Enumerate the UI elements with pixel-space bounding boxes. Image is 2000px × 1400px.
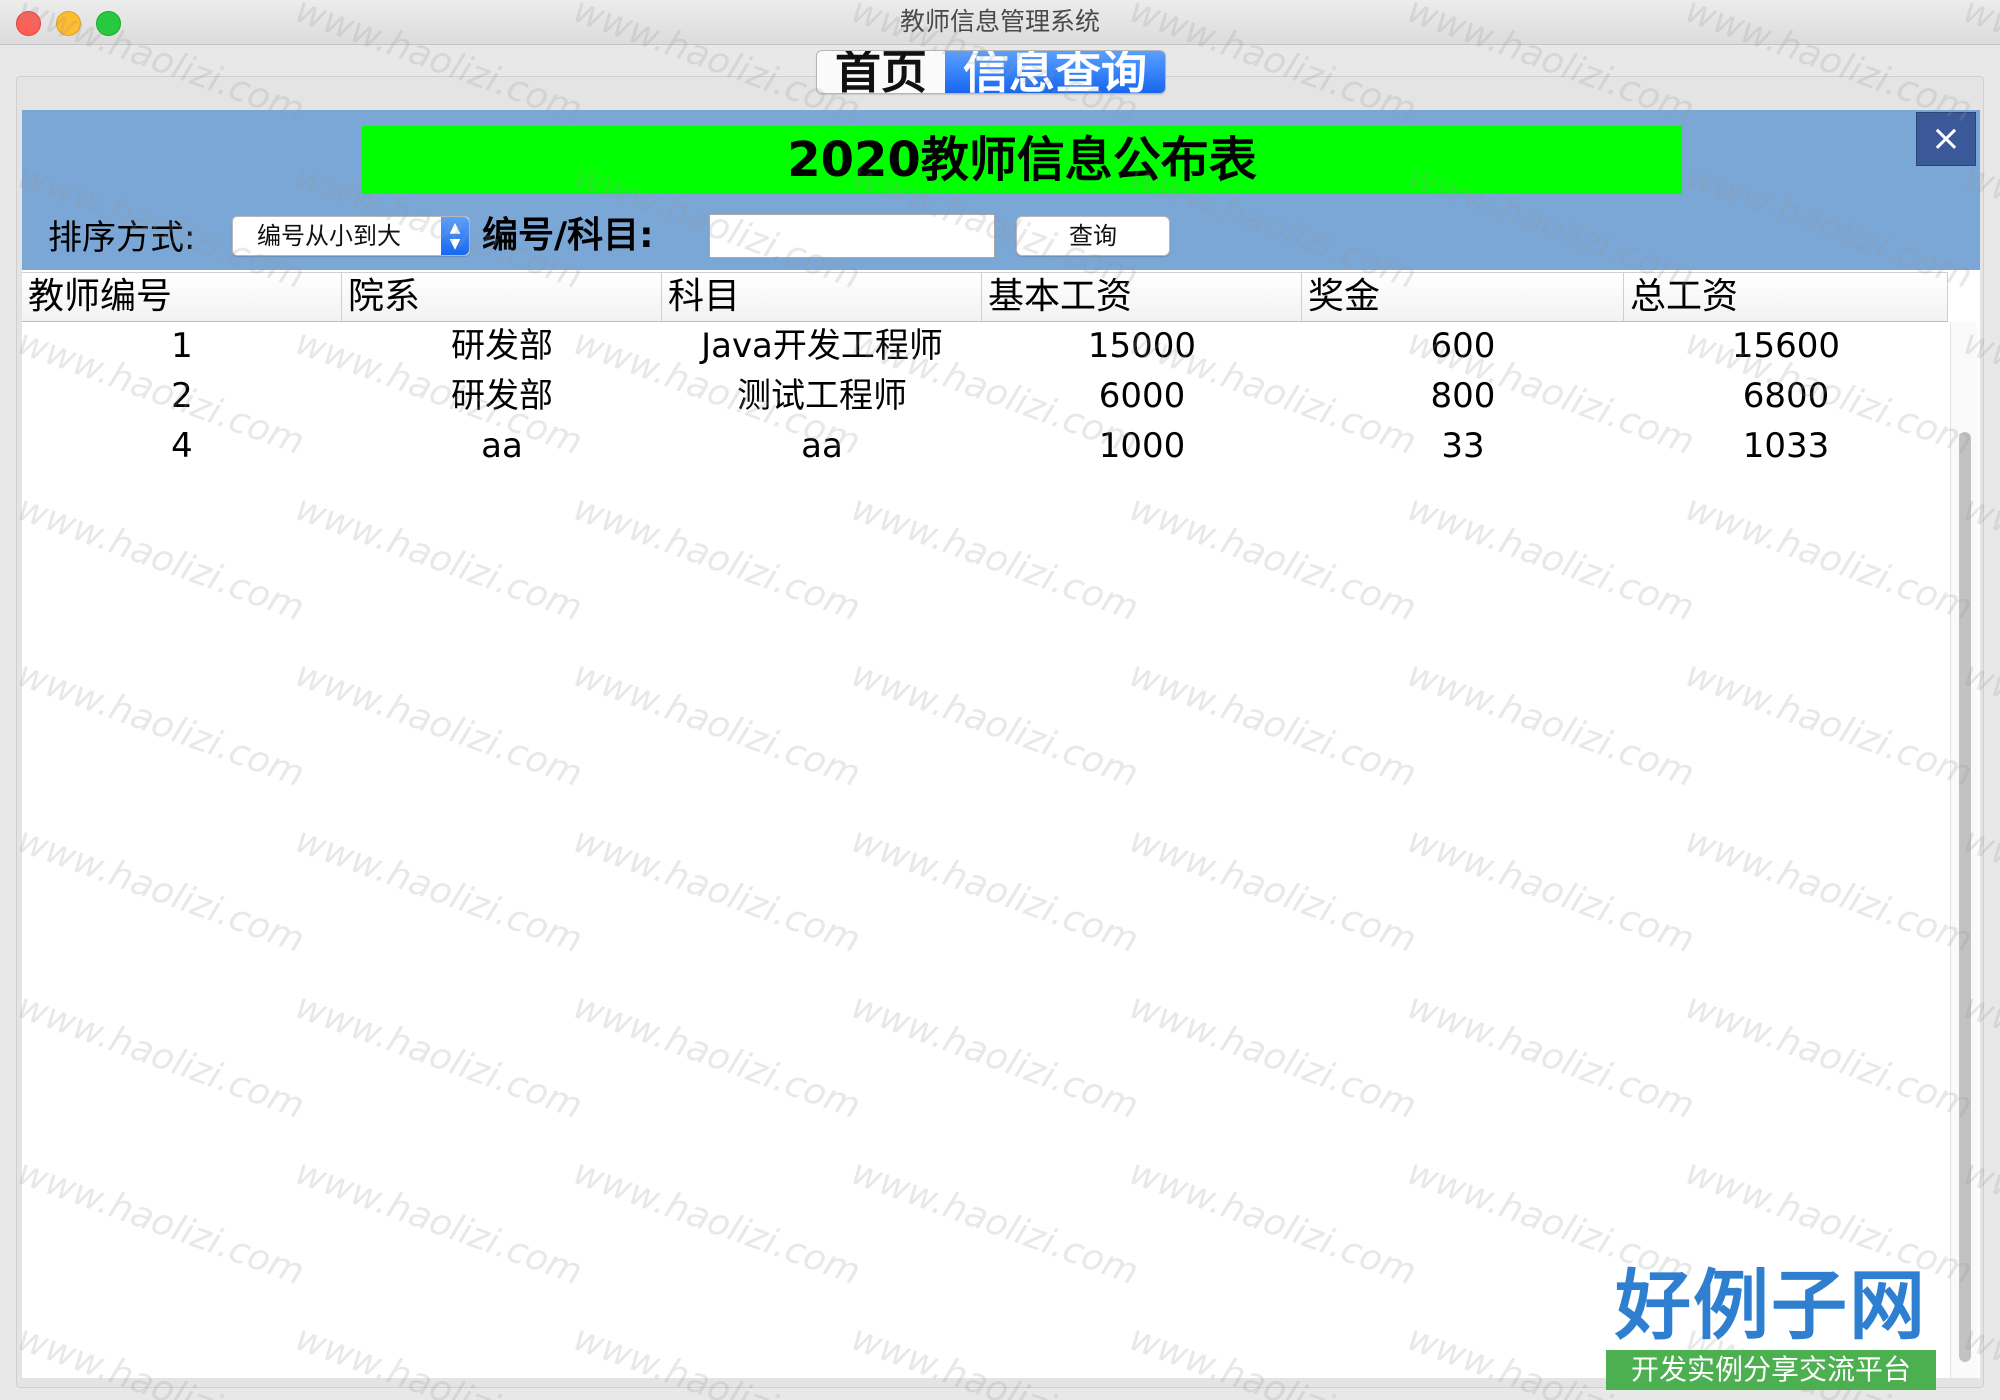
query-header: 2020教师信息公布表 × 排序方式: 编号从小到大 ▲ ▼ 编号/科目: 查询 <box>22 110 1980 270</box>
cell-teacher-id: 1 <box>171 326 193 366</box>
chevron-up-down-icon: ▲ ▼ <box>441 217 469 255</box>
column-header-base-salary[interactable]: 基本工资 <box>982 273 1302 321</box>
column-header-teacher-id[interactable]: 教师编号 <box>22 273 342 321</box>
tab-bar: 首页 信息查询 <box>816 50 1166 94</box>
cell-subject: aa <box>801 426 843 466</box>
query-button[interactable]: 查询 <box>1016 216 1170 256</box>
sort-select[interactable]: 编号从小到大 ▲ ▼ <box>232 216 470 256</box>
sort-select-value: 编号从小到大 <box>257 222 401 250</box>
sort-label: 排序方式: <box>48 218 196 258</box>
cell-teacher-id: 4 <box>171 426 193 466</box>
cell-bonus: 600 <box>1430 326 1496 366</box>
table-row[interactable]: 1 研发部 Java开发工程师 15000 600 15600 <box>22 321 1948 371</box>
column-header-bonus[interactable]: 奖金 <box>1302 273 1624 321</box>
cell-total-salary: 15600 <box>1731 326 1841 366</box>
cell-base-salary: 1000 <box>1098 426 1186 466</box>
cell-department: 研发部 <box>451 376 553 416</box>
cell-total-salary: 6800 <box>1742 376 1830 416</box>
table-row[interactable]: 4 aa aa 1000 33 1033 <box>22 421 1948 471</box>
table-scrollbar[interactable] <box>1950 322 1977 1378</box>
table-body: 1 研发部 Java开发工程师 15000 600 15600 2 研发部 测试… <box>22 321 1948 471</box>
cell-total-salary: 1033 <box>1742 426 1830 466</box>
tab-info-query[interactable]: 信息查询 <box>945 51 1165 93</box>
query-panel: 2020教师信息公布表 × 排序方式: 编号从小到大 ▲ ▼ 编号/科目: 查询 … <box>22 110 1980 1378</box>
cell-subject: Java开发工程师 <box>701 326 943 366</box>
column-header-subject[interactable]: 科目 <box>662 273 982 321</box>
column-header-department[interactable]: 院系 <box>342 273 662 321</box>
cell-teacher-id: 2 <box>171 376 193 416</box>
table-row[interactable]: 2 研发部 测试工程师 6000 800 6800 <box>22 371 1948 421</box>
cell-department: aa <box>481 426 523 466</box>
id-subject-label: 编号/科目: <box>482 215 654 256</box>
close-panel-button[interactable]: × <box>1916 112 1976 166</box>
cell-department: 研发部 <box>451 326 553 366</box>
id-subject-input[interactable] <box>709 214 995 258</box>
cell-base-salary: 15000 <box>1087 326 1197 366</box>
cell-base-salary: 6000 <box>1098 376 1186 416</box>
tab-home[interactable]: 首页 <box>817 51 945 93</box>
cell-bonus: 33 <box>1441 426 1485 466</box>
column-header-total-salary[interactable]: 总工资 <box>1624 273 1948 321</box>
banner-title: 2020教师信息公布表 <box>362 126 1682 194</box>
cell-subject: 测试工程师 <box>737 376 907 416</box>
window-title: 教师信息管理系统 <box>899 7 1100 36</box>
cell-bonus: 800 <box>1430 376 1496 416</box>
close-icon: × <box>1930 118 1962 159</box>
scroll-thumb[interactable] <box>1959 432 1971 1362</box>
window-titlebar: 教师信息管理系统 <box>0 0 2000 45</box>
table-header: 教师编号 院系 科目 基本工资 奖金 总工资 <box>22 272 1948 322</box>
